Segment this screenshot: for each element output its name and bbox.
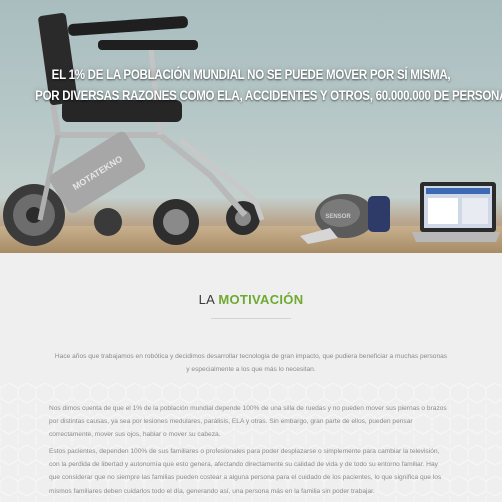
section-heading-accent: MOTIVACIÓN xyxy=(218,292,304,307)
paragraph-2-line-3: correctamente, mover sus ojos, hablar o … xyxy=(49,431,221,439)
paragraph-2: Nos dimos cuenta de que el 1% de la pobl… xyxy=(49,402,453,442)
paragraph-3: Estos pacientes, dependen 100% de sus fa… xyxy=(49,445,453,498)
paragraph-3-line-1: Estos pacientes, dependen 100% de sus fa… xyxy=(49,448,440,455)
hero-headline-line-1: EL 1% DE LA POBLACIÓN MUNDIAL NO SE PUED… xyxy=(51,67,451,82)
section-heading-prefix: LA xyxy=(198,292,215,307)
hero-headline-line-2: POR DIVERSAS RAZONES COMO ELA, ACCIDENTE… xyxy=(35,88,502,103)
hero-headline: EL 1% DE LA POBLACIÓN MUNDIAL NO SE PUED… xyxy=(35,64,502,106)
hero-banner: MOTATEKNO SENSOR EL 1% DE LA POBLACIÓN M… xyxy=(0,0,502,253)
paragraph-3-line-2: con la perdida de libertad y autonomía q… xyxy=(49,461,438,469)
device-label: SENSOR xyxy=(325,214,351,220)
intro-line-1: Hace años que trabajamos en robótica y d… xyxy=(54,353,448,360)
heading-divider xyxy=(211,318,291,319)
wheelchair-image: MOTATEKNO xyxy=(3,13,265,246)
paragraph-3-line-3: que considerar que no siempre las famili… xyxy=(49,474,442,482)
section-heading: LA MOTIVACIÓN xyxy=(0,292,502,307)
intro-paragraph: Hace años que trabajamos en robótica y d… xyxy=(0,350,502,376)
sensor-device-image: SENSOR xyxy=(300,194,390,244)
paragraph-3-line-4: mismos familiares deben cuidarlos todo e… xyxy=(49,487,375,495)
laptop-image xyxy=(412,182,500,242)
paragraph-2-line-1: Nos dimos cuenta de que el 1% de la pobl… xyxy=(49,405,447,412)
intro-line-2: y especialmente a los que más lo necesit… xyxy=(186,366,316,374)
paragraph-2-line-2: por distintas causas, ya sea por lesione… xyxy=(49,418,413,426)
